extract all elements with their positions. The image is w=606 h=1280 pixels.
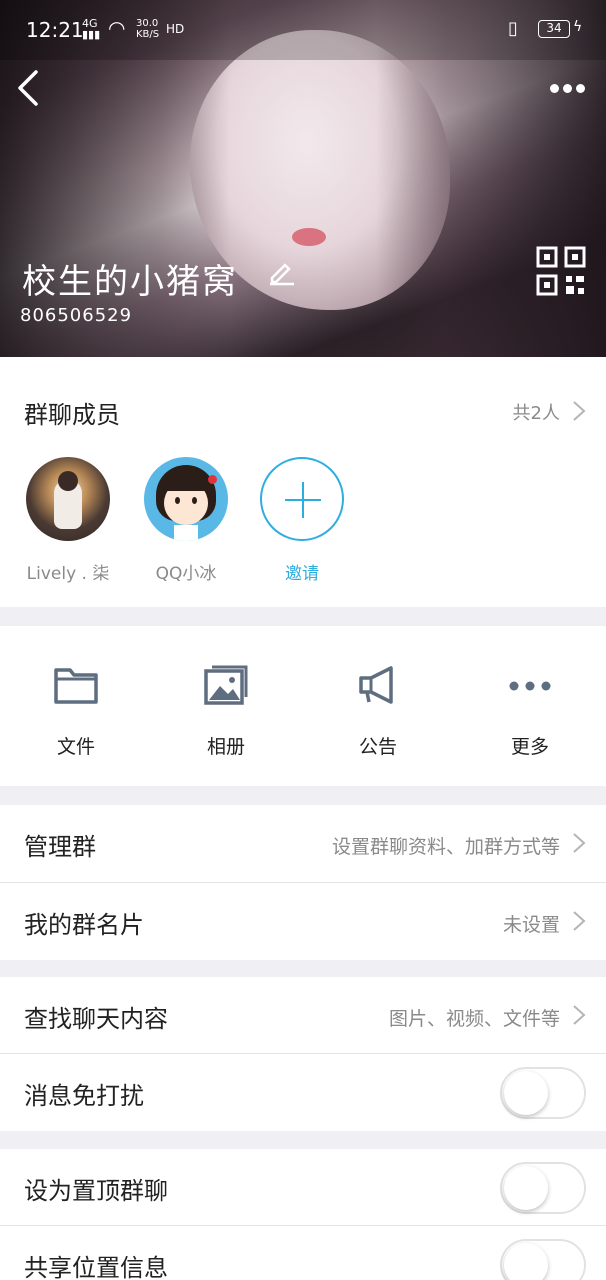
invite-button[interactable]: 邀请 — [252, 457, 352, 584]
chevron-right-icon[interactable] — [572, 400, 586, 422]
members-count[interactable]: 共2人 — [513, 399, 560, 425]
wifi-icon: ◠ — [108, 16, 126, 40]
row-value: 设置群聊资料、加群方式等 — [331, 836, 560, 858]
avatar — [26, 457, 110, 541]
hd-icon: HD — [166, 22, 185, 36]
signal-icon: 4G ▮▮▮ — [82, 17, 101, 41]
row-value: 图片、视频、文件等 — [388, 1008, 560, 1030]
tool-more[interactable]: 更多 — [470, 664, 590, 759]
tool-announcement[interactable]: 公告 — [318, 664, 438, 759]
pin-chat-toggle[interactable] — [500, 1162, 586, 1214]
folder-icon — [54, 668, 98, 704]
chevron-right-icon — [573, 1005, 586, 1025]
group-name: 校生的小猪窝 — [22, 262, 238, 302]
invite-label: 邀请 — [285, 564, 319, 584]
tool-label: 相册 — [206, 736, 245, 758]
edit-icon[interactable] — [266, 256, 296, 286]
member-item[interactable]: Lively . 柒 — [18, 457, 118, 584]
tool-label: 文件 — [56, 736, 95, 758]
row-label: 管理群 — [24, 833, 96, 861]
share-location-row: 共享位置信息 — [0, 1226, 606, 1280]
network-speed: 30.0 KB/S — [136, 18, 160, 40]
member-name: QQ小冰 — [155, 564, 217, 584]
group-id: 806506529 — [20, 305, 133, 326]
do-not-disturb-row: 消息免打扰 — [0, 1054, 606, 1131]
megaphone-icon — [359, 666, 393, 704]
tool-label: 公告 — [358, 736, 397, 758]
member-name: Lively . 柒 — [26, 564, 110, 584]
row-label: 消息免打扰 — [24, 1082, 144, 1110]
back-icon[interactable] — [12, 68, 44, 108]
pin-chat-row: 设为置顶群聊 — [0, 1149, 606, 1226]
share-location-toggle[interactable] — [500, 1239, 586, 1280]
row-label: 我的群名片 — [24, 911, 144, 939]
tool-album[interactable]: 相册 — [166, 664, 286, 759]
manage-group-row[interactable]: 管理群 设置群聊资料、加群方式等 — [0, 805, 606, 882]
members-title: 群聊成员 — [24, 401, 120, 429]
more-dots-icon — [509, 681, 551, 691]
tool-label: 更多 — [510, 736, 549, 758]
add-icon — [260, 457, 344, 541]
avatar — [144, 457, 228, 541]
row-value: 未设置 — [502, 914, 560, 936]
status-bar: 12:21 4G ▮▮▮ ◠ 30.0 KB/S HD ▯ 34 ϟ — [0, 0, 606, 60]
tool-files[interactable]: 文件 — [16, 664, 136, 759]
do-not-disturb-toggle[interactable] — [500, 1067, 586, 1119]
row-label: 设为置顶群聊 — [24, 1177, 168, 1205]
search-chat-row[interactable]: 查找聊天内容 图片、视频、文件等 — [0, 977, 606, 1054]
status-time: 12:21 — [26, 18, 84, 42]
group-members-section: 群聊成员 共2人 Lively . 柒 QQ小冰 邀请 — [0, 357, 606, 607]
qr-code-icon[interactable] — [536, 246, 586, 296]
charging-icon: ϟ — [573, 19, 583, 35]
battery-icon: 34 — [538, 20, 570, 38]
chevron-right-icon — [573, 911, 586, 931]
member-item[interactable]: QQ小冰 — [136, 457, 236, 584]
row-label: 共享位置信息 — [24, 1254, 168, 1280]
more-options-icon[interactable] — [550, 78, 590, 98]
group-tools-section: 文件 相册 公告 更多 — [0, 626, 606, 786]
my-group-card-row[interactable]: 我的群名片 未设置 — [0, 883, 606, 960]
photo-album-icon — [204, 665, 248, 705]
vibrate-icon: ▯ — [508, 18, 518, 39]
row-label: 查找聊天内容 — [24, 1005, 168, 1033]
chevron-right-icon — [573, 833, 586, 853]
